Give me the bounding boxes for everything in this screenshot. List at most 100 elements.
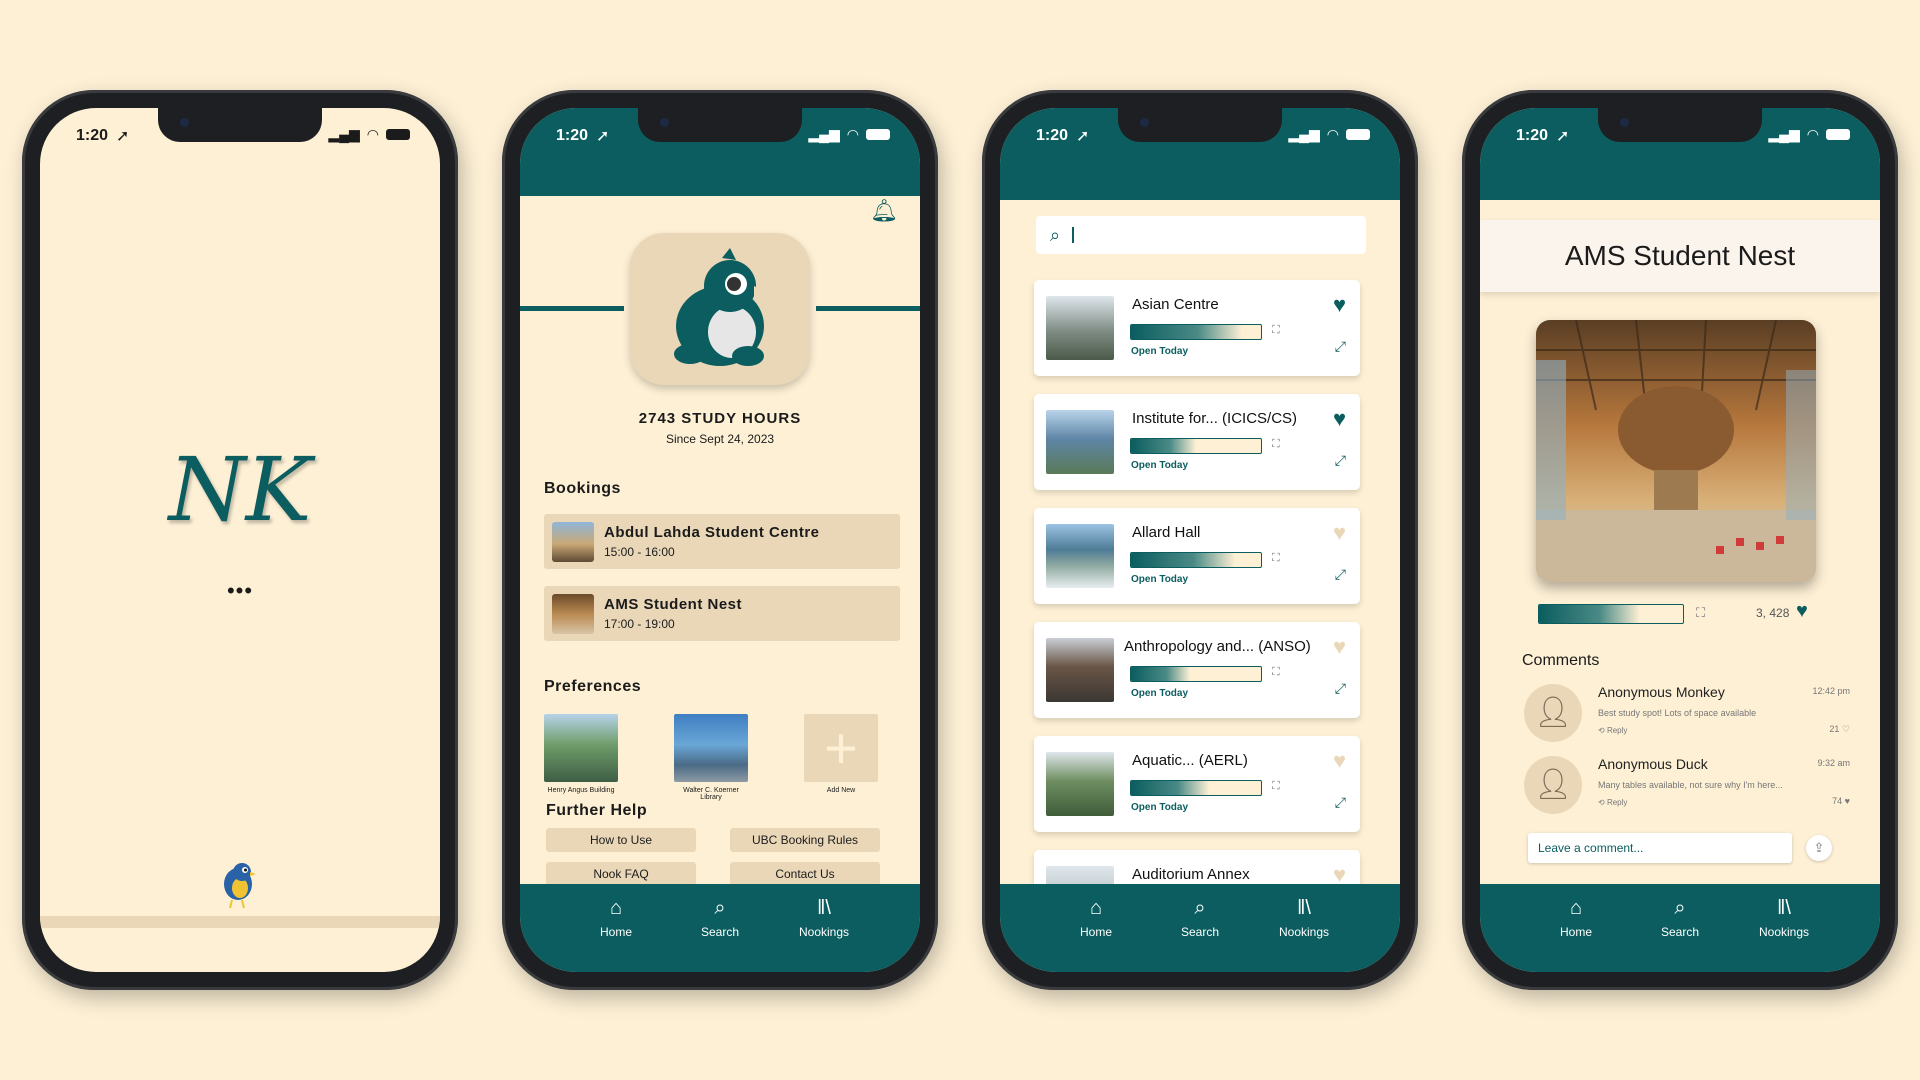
booking-item[interactable]: Abdul Lahda Student Centre 15:00 - 16:00	[544, 514, 900, 569]
phone-detail: 1:20 ➚ ▂▄▆ ◠ AMS Student Nest ⛶ 3, 428 ♥	[1462, 90, 1898, 990]
nav-nookings[interactable]: ‖\ Nookings	[1274, 896, 1334, 972]
nav-search[interactable]: ⌕ Search	[1170, 896, 1230, 972]
wifi-icon: ◠	[846, 126, 859, 142]
result-name: Anthropology and... (ANSO)	[1124, 638, 1311, 655]
result-name: Allard Hall	[1132, 524, 1201, 541]
result-card[interactable]: Anthropology and... (ANSO) ⛶ Open Today …	[1034, 622, 1360, 718]
comment-item: 👤︎ Anonymous Duck 9:32 am Many tables av…	[1524, 756, 1854, 826]
comment-likes[interactable]: 74 ♥	[1832, 796, 1850, 806]
result-card[interactable]: Allard Hall ⛶ Open Today ♥ ⤢	[1034, 508, 1360, 604]
further-help-title: Further Help	[546, 802, 648, 819]
phone-search: 1:20 ➚ ▂▄▆ ◠ ⌕ Asian Centre ⛶ Open Today ♥…	[982, 90, 1418, 990]
favorite-heart-icon[interactable]: ♥	[1333, 520, 1346, 546]
avatar[interactable]	[630, 233, 810, 385]
preference-caption: Walter C. Koerner Library	[683, 787, 739, 801]
preferences-title: Preferences	[544, 678, 642, 695]
signal-icon: ▂▄▆	[1768, 126, 1800, 142]
result-name: Aquatic... (AERL)	[1132, 752, 1248, 769]
comment-author: Anonymous Duck	[1598, 756, 1708, 772]
wifi-icon: ◠	[1326, 126, 1339, 142]
location-photo[interactable]	[1536, 320, 1816, 582]
expand-icon[interactable]: ⤢	[1335, 680, 1346, 697]
people-icon: ⛶	[1272, 552, 1280, 564]
expand-icon[interactable]: ⤢	[1335, 566, 1346, 583]
page-title: AMS Student Nest	[1480, 220, 1880, 292]
expand-icon[interactable]: ⤢	[1335, 794, 1346, 811]
divider-left	[520, 306, 624, 311]
how-to-use-button[interactable]: How to Use	[546, 828, 696, 852]
result-card[interactable]: Asian Centre ⛶ Open Today ♥ ⤢	[1034, 280, 1360, 376]
signal-icon: ▂▄▆	[1288, 126, 1320, 142]
preference-item[interactable]: Henry Angus Building	[544, 714, 618, 794]
heart-outline-icon: ♡	[1841, 724, 1850, 734]
favorite-heart-icon[interactable]: ♥	[1333, 634, 1346, 660]
status-time: 1:20	[1516, 127, 1549, 144]
reply-button[interactable]: ⟲ Reply	[1598, 798, 1627, 807]
booking-time: 15:00 - 16:00	[604, 545, 675, 559]
user-avatar-icon: 👤︎	[1524, 684, 1582, 742]
result-card[interactable]: Aquatic... (AERL) ⛶ Open Today ♥ ⤢	[1034, 736, 1360, 832]
status-time: 1:20	[1036, 127, 1069, 144]
phone-profile: 1:20 ➚ ▂▄▆ ◠ 🔔︎ 2743 STUDY HOURS Since Sep…	[502, 90, 938, 990]
bottom-nav: ⌂ Home ⌕ Search ‖\ Nookings	[1000, 884, 1400, 972]
favorite-heart-icon[interactable]: ♥	[1333, 406, 1346, 432]
reply-button[interactable]: ⟲ Reply	[1598, 726, 1627, 735]
people-icon: ⛶	[1272, 324, 1280, 336]
profile-screen: 1:20 ➚ ▂▄▆ ◠ 🔔︎ 2743 STUDY HOURS Since Sep…	[520, 108, 920, 972]
text-cursor	[1072, 227, 1075, 243]
library-icon: ‖\	[1777, 897, 1791, 919]
favorite-heart-icon[interactable]: ♥	[1333, 748, 1346, 774]
booking-item[interactable]: AMS Student Nest 17:00 - 19:00	[544, 586, 900, 641]
favorite-heart-icon[interactable]: ♥	[1333, 292, 1346, 318]
result-card[interactable]: Institute for... (ICICS/CS) ⛶ Open Today…	[1034, 394, 1360, 490]
nav-search[interactable]: ⌕ Search	[690, 896, 750, 972]
nav-home[interactable]: ⌂ Home	[1066, 896, 1126, 972]
location-icon: ➚	[1076, 128, 1090, 145]
splash-screen: 1:20 ➚ ▂▄▆ ◠ NK •••	[40, 108, 440, 972]
notch	[158, 108, 322, 142]
wifi-icon: ◠	[366, 126, 379, 142]
signal-icon: ▂▄▆	[328, 126, 360, 142]
bottom-nav: ⌂ Home ⌕ Search ‖\ Nookings	[1480, 884, 1880, 972]
nav-home[interactable]: ⌂ Home	[1546, 896, 1606, 972]
notification-bell-icon[interactable]: 🔔︎	[870, 198, 898, 224]
preference-item[interactable]: Walter C. Koerner Library	[674, 714, 748, 801]
comment-author: Anonymous Monkey	[1598, 684, 1725, 700]
share-icon[interactable]: ⇪	[1806, 835, 1832, 861]
preference-thumbnail	[544, 714, 618, 782]
comments-title: Comments	[1522, 652, 1600, 669]
comment-time: 9:32 am	[1817, 758, 1850, 768]
comment-input[interactable]	[1528, 833, 1792, 863]
status-time: 1:20	[556, 127, 589, 144]
contact-us-button[interactable]: Contact Us	[730, 862, 880, 886]
occupancy-bar	[1130, 780, 1262, 796]
add-preference-button[interactable]: + Add New	[804, 714, 878, 794]
notch	[1598, 108, 1762, 142]
comment-likes[interactable]: 21 ♡	[1829, 724, 1850, 735]
booking-thumbnail	[552, 593, 594, 634]
nav-search[interactable]: ⌕ Search	[1650, 896, 1710, 972]
study-hours-since: Since Sept 24, 2023	[665, 432, 775, 446]
result-thumbnail	[1046, 296, 1114, 360]
home-icon: ⌂	[609, 897, 623, 919]
comment-text: Best study spot! Lots of space available	[1598, 708, 1757, 718]
booking-rules-button[interactable]: UBC Booking Rules	[730, 828, 880, 852]
result-thumbnail	[1046, 638, 1114, 702]
people-icon: ⛶	[1272, 438, 1280, 450]
battery-icon	[866, 129, 890, 140]
people-icon: ⛶	[1272, 780, 1280, 792]
expand-icon[interactable]: ⤢	[1335, 338, 1346, 355]
nav-nookings[interactable]: ‖\ Nookings	[794, 896, 854, 972]
app-logo: NK	[168, 438, 312, 541]
favorite-heart-icon[interactable]: ♥	[1796, 600, 1808, 623]
search-screen: 1:20 ➚ ▂▄▆ ◠ ⌕ Asian Centre ⛶ Open Today ♥…	[1000, 108, 1400, 972]
comment-item: 👤︎ Anonymous Monkey 12:42 pm Best study …	[1524, 684, 1854, 754]
search-input[interactable]: ⌕	[1036, 216, 1366, 254]
expand-icon[interactable]: ⤢	[1335, 452, 1346, 469]
preference-caption: Add New	[826, 787, 856, 794]
occupancy-bar	[1130, 666, 1262, 682]
nook-faq-button[interactable]: Nook FAQ	[546, 862, 696, 886]
library-icon: ‖\	[817, 897, 831, 919]
nav-nookings[interactable]: ‖\ Nookings	[1754, 896, 1814, 972]
nav-home[interactable]: ⌂ Home	[586, 896, 646, 972]
